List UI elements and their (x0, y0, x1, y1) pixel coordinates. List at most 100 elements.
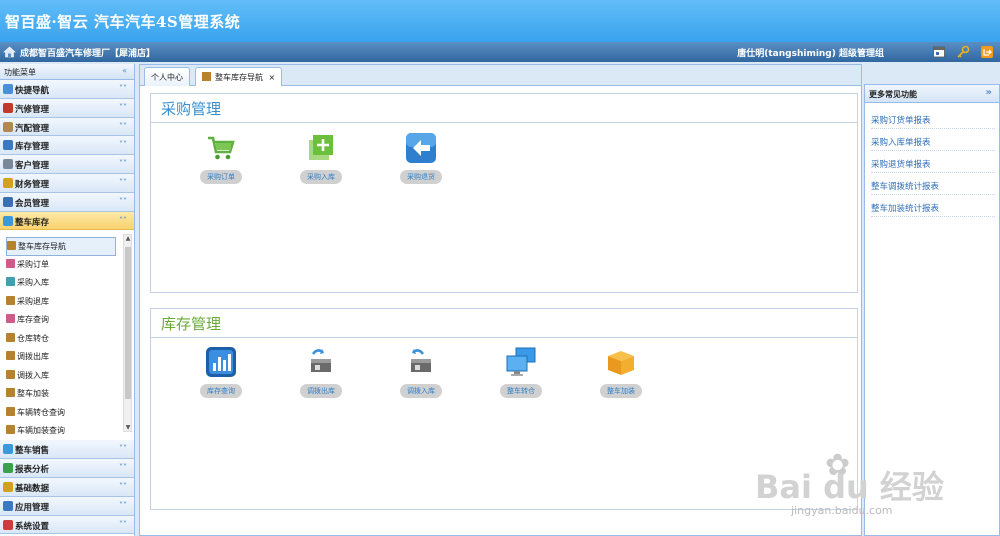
customer-icon (3, 159, 13, 170)
chevron-down-icon[interactable]: ˅˅ (119, 84, 127, 93)
chevron-down-icon[interactable]: ˅˅ (119, 444, 127, 453)
app-icon (3, 500, 13, 511)
shop-name: 成都智百盛汽车修理厂【犀浦店】 (20, 49, 156, 59)
menu-item-icon (6, 314, 15, 324)
car-stock-icon (202, 72, 211, 81)
tab-personal-center[interactable]: 个人中心 (144, 67, 190, 86)
chevron-down-icon[interactable]: ˅˅ (119, 122, 127, 131)
submenu-scrollbar[interactable]: ▲ ▼ (123, 234, 132, 433)
sidebar-section-member[interactable]: 会员管理 ˅˅ (0, 192, 134, 212)
calendar-icon[interactable] (932, 45, 946, 59)
menu-item-icon (6, 388, 15, 398)
stock-icon (3, 140, 13, 151)
chart-icon (206, 347, 236, 377)
menu-item-icon (6, 295, 15, 305)
sidebar-section-finance[interactable]: 财务管理 ˅˅ (0, 173, 134, 193)
submenu-item[interactable]: 仓库转仓 (6, 330, 116, 349)
cart-icon (208, 136, 235, 160)
purchase-panel: 采购管理 采购订单 采购入库 采购退货 (150, 93, 858, 293)
report-link[interactable]: 整车加装统计报表 (871, 195, 995, 217)
chevron-down-icon[interactable]: ˅˅ (119, 140, 127, 149)
chevron-down-icon[interactable]: ˅˅ (119, 482, 127, 491)
submenu-item[interactable]: 整车库存导航 (6, 237, 116, 256)
sidebar-section-stock[interactable]: 库存管理 ˅˅ (0, 136, 134, 156)
sub-menu: 整车库存导航 采购订单 采购入库 采购退库 库存查询 仓库转仓 调拨出库 调拨入库 整车加装 车辆… (0, 230, 134, 441)
submenu-item[interactable]: 采购订单 (6, 256, 116, 275)
submenu-item[interactable]: 车辆转仓查询 (6, 404, 116, 423)
sales-icon (3, 444, 13, 455)
settings-icon (3, 519, 13, 530)
info-bar: 成都智百盛汽车修理厂【犀浦店】 唐仕明(tangshiming) 超级管理组 (0, 42, 1000, 62)
sidebar-section-settings[interactable]: 系统设置 ˅˅ (0, 515, 134, 535)
menu-item-icon (6, 277, 15, 287)
chevron-down-icon[interactable]: ˅˅ (119, 159, 127, 168)
sidebar-section-report[interactable]: 报表分析 ˅˅ (0, 459, 134, 478)
logout-icon[interactable] (980, 45, 994, 59)
sidebar-section-customer[interactable]: 客户管理 ˅˅ (0, 155, 134, 174)
sidebar-section-database[interactable]: 基础数据 ˅˅ (0, 477, 134, 497)
sidebar-section-sales[interactable]: 整车销售 ˅˅ (0, 440, 134, 460)
sidebar: 功能菜单 « 快捷导航 ˅˅ 汽修管理 ˅˅ 汽配管理 ˅˅ 库存管理 ˅˅ 客… (0, 64, 135, 536)
home-icon[interactable] (3, 46, 16, 58)
chevron-down-icon[interactable]: ˅˅ (119, 463, 127, 472)
submenu-item[interactable]: 库存查询 (6, 311, 116, 330)
compass-icon (3, 84, 13, 94)
chevron-down-icon[interactable]: ˅˅ (119, 520, 127, 529)
tab-car-stock-nav[interactable]: 整车库存导航 × (195, 67, 283, 86)
purchase-order-item[interactable]: 采购订单 (191, 132, 251, 184)
scroll-up-icon[interactable]: ▲ (124, 235, 132, 242)
car-stock-icon (3, 215, 13, 226)
scroll-thumb[interactable] (125, 247, 131, 400)
menu-item-icon (6, 332, 15, 342)
sidebar-section-car-stock[interactable]: 整车库存 ˄˄ (0, 211, 134, 231)
scroll-down-icon[interactable]: ▼ (124, 424, 132, 431)
main-content: 个人中心 整车库存导航 × 采购管理 采购订单 采购入库 采购退货 库存管理 库… (139, 64, 862, 536)
purchase-return-item[interactable]: 采购退货 (391, 132, 451, 184)
menu-item-icon (6, 258, 15, 268)
car-accessory-item[interactable]: 整车加装 (591, 346, 651, 398)
car-warehouse-transfer-item[interactable]: 整车转仓 (491, 346, 551, 398)
key-icon[interactable] (956, 45, 970, 59)
database-icon (3, 481, 13, 492)
chevron-down-icon[interactable]: ˅˅ (119, 197, 127, 206)
report-link[interactable]: 整车调拨统计报表 (871, 173, 995, 195)
report-link[interactable]: 采购订货单报表 (871, 107, 995, 129)
monitor-icon (506, 347, 536, 376)
submenu-item[interactable]: 整车加装 (6, 385, 116, 404)
report-link[interactable]: 采购退货单报表 (871, 151, 995, 173)
collapse-sidebar-icon[interactable]: « (122, 66, 127, 75)
current-user[interactable]: 唐仕明(tangshiming) 超级管理组 (737, 46, 884, 59)
add-icon (309, 135, 333, 160)
submenu-item[interactable]: 调拨入库 (6, 367, 116, 386)
tab-bar: 个人中心 整车库存导航 × (140, 65, 861, 86)
menu-item-icon (6, 425, 15, 435)
chevron-down-icon[interactable]: ˅˅ (119, 178, 127, 187)
parts-icon (3, 121, 13, 132)
chevron-up-icon[interactable]: ˄˄ (119, 216, 127, 225)
collapse-right-panel-icon[interactable]: » (986, 87, 992, 98)
sidebar-section-compass[interactable]: 快捷导航 ˅˅ (0, 80, 134, 99)
menu-item-icon (6, 351, 15, 361)
sidebar-title: 功能菜单 « (0, 64, 134, 80)
purchase-inbound-item[interactable]: 采购入库 (291, 132, 351, 184)
close-tab-icon[interactable]: × (269, 73, 276, 82)
sidebar-section-parts[interactable]: 汽配管理 ˅˅ (0, 117, 134, 137)
menu-item-icon (6, 369, 15, 379)
stock-query-item[interactable]: 库存查询 (191, 346, 251, 398)
chevron-down-icon[interactable]: ˅˅ (119, 501, 127, 510)
transfer-in-item[interactable]: 调拨入库 (391, 346, 451, 398)
app-header: 智百盛·智云 汽车汽车4S管理系统 (0, 0, 1000, 42)
report-link[interactable]: 采购入库单报表 (871, 129, 995, 151)
submenu-item[interactable]: 车辆加装查询 (6, 422, 116, 441)
sidebar-section-tools[interactable]: 汽修管理 ˅˅ (0, 98, 134, 118)
transfer-out-item[interactable]: 调拨出库 (291, 346, 351, 398)
chevron-down-icon[interactable]: ˅˅ (119, 103, 127, 112)
watermark: ✿ Bai du 经验 jingyan.baidu.com (755, 448, 944, 517)
tools-icon (3, 102, 13, 113)
submenu-item[interactable]: 采购入库 (6, 274, 116, 293)
submenu-item[interactable]: 采购退库 (6, 293, 116, 312)
menu-item-icon (6, 406, 15, 416)
submenu-item[interactable]: 调拨出库 (6, 348, 116, 367)
sidebar-section-app[interactable]: 应用管理 ˅˅ (0, 496, 134, 516)
inventory-panel: 库存管理 库存查询 调拨出库 调拨入库 整车转仓 整车加装 (150, 308, 858, 510)
